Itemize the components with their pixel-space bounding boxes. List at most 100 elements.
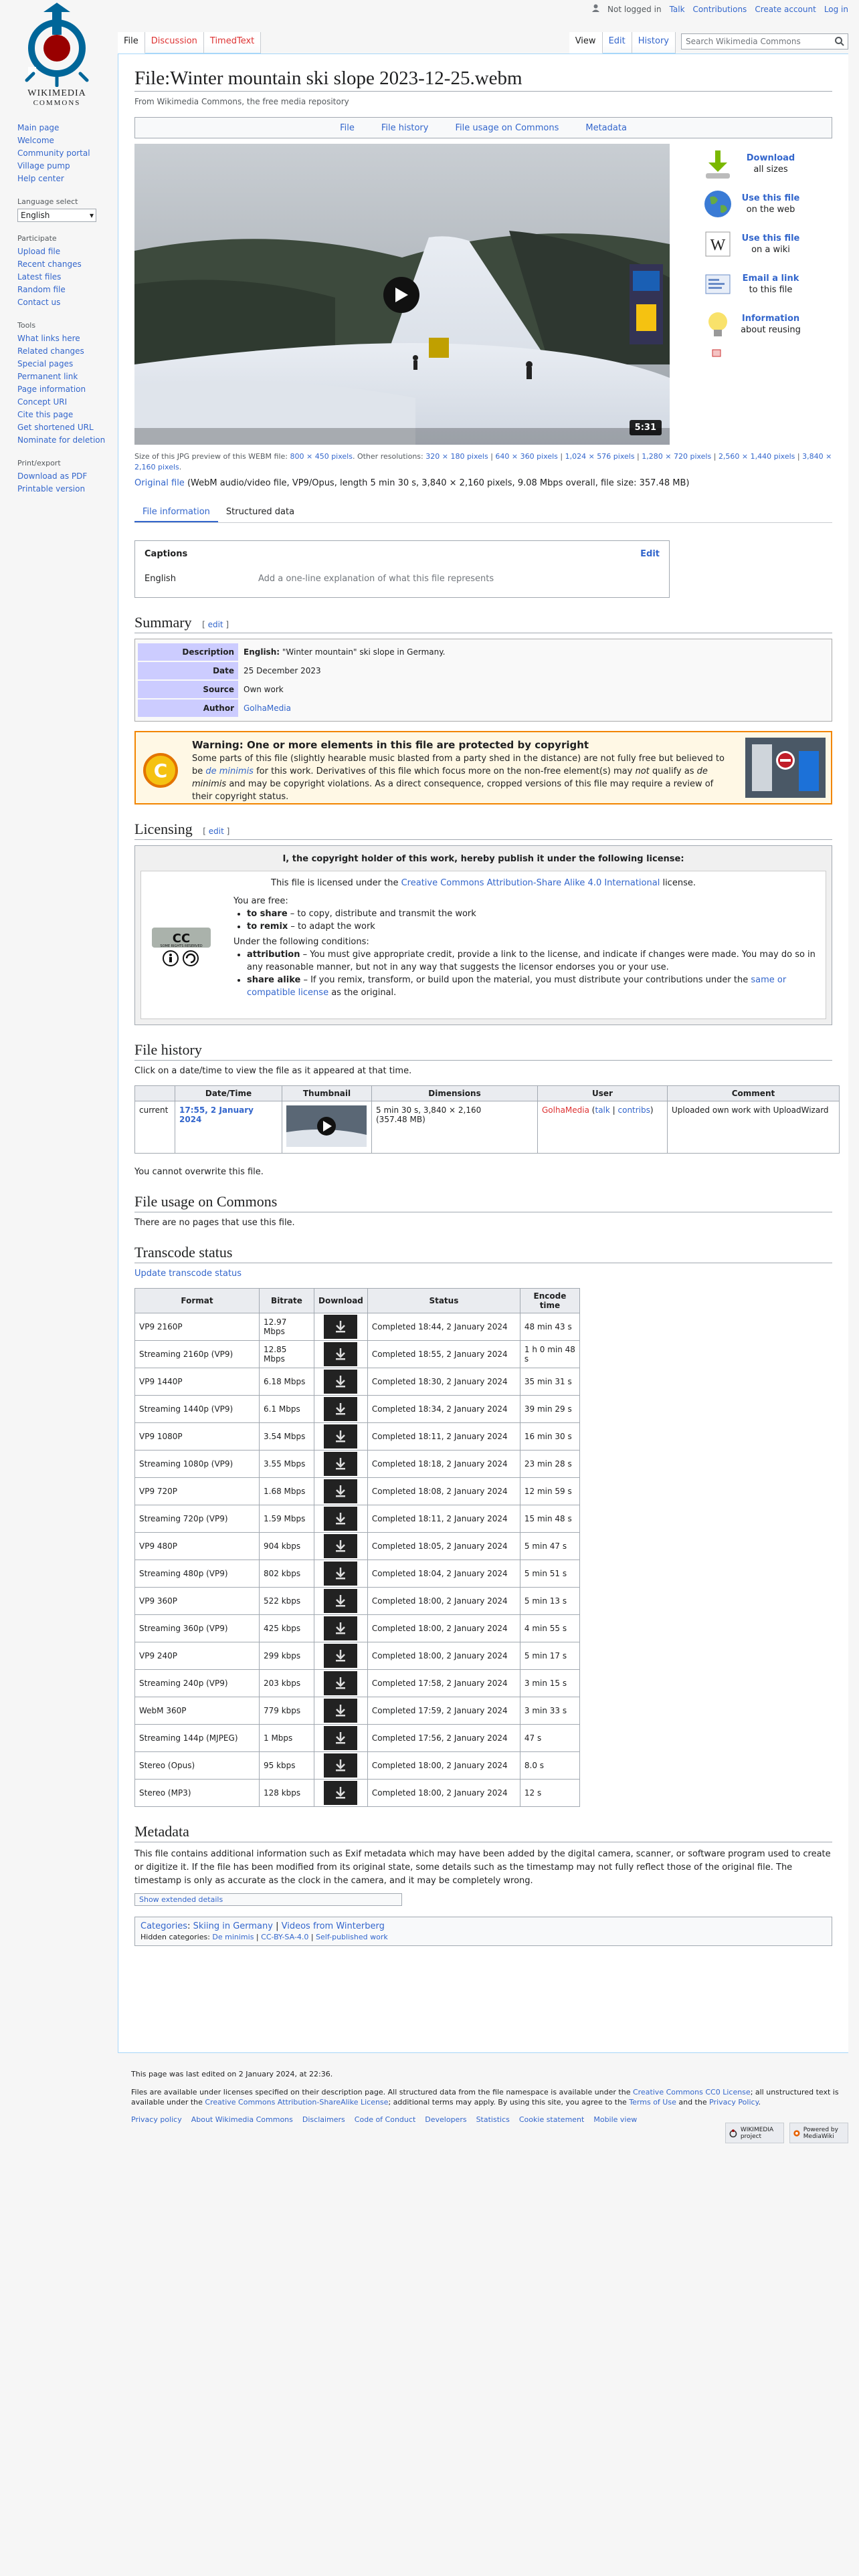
categories-label[interactable]: Categories xyxy=(140,1921,187,1931)
tab-discussion[interactable]: Discussion xyxy=(145,32,204,53)
video-player[interactable]: 5:31 xyxy=(134,144,670,445)
footer-link-disclaimers[interactable]: Disclaimers xyxy=(302,2115,345,2124)
action-use-web[interactable]: Use this file on the web xyxy=(702,184,849,224)
contributions-link[interactable]: Contributions xyxy=(693,5,747,14)
hidden-category-link[interactable]: Self-published work xyxy=(316,1933,388,1941)
transcode-download-button[interactable] xyxy=(324,1753,358,1778)
sidebar-item-main-page[interactable]: Main page xyxy=(17,123,59,132)
transcode-download-button[interactable] xyxy=(324,1726,358,1750)
cc-by-sa-link[interactable]: Creative Commons Attribution-Share Alike… xyxy=(401,878,660,888)
terms-of-use-link[interactable]: Terms of Use xyxy=(629,2098,676,2107)
category-link[interactable]: Skiing in Germany xyxy=(193,1921,273,1931)
resolution-link[interactable]: 640 × 360 pixels xyxy=(495,452,557,461)
sidebar-item-help-center[interactable]: Help center xyxy=(17,174,64,183)
transcode-download-button[interactable] xyxy=(324,1589,358,1613)
transcode-download-button[interactable] xyxy=(324,1562,358,1586)
transcode-download-button[interactable] xyxy=(324,1699,358,1723)
hidden-category-link[interactable]: CC-BY-SA-4.0 xyxy=(261,1933,308,1941)
transcode-download-button[interactable] xyxy=(324,1644,358,1668)
show-extended-details-button[interactable]: Show extended details xyxy=(134,1893,402,1906)
licensing-edit-link[interactable]: edit xyxy=(209,827,224,836)
sidebar-item-community-portal[interactable]: Community portal xyxy=(17,148,90,158)
action-use-wiki[interactable]: W Use this file on a wiki xyxy=(702,224,849,264)
history-thumbnail[interactable] xyxy=(286,1105,367,1147)
sidebar-item-upload-file[interactable]: Upload file xyxy=(17,247,60,256)
language-select[interactable]: English ▾ xyxy=(17,209,96,222)
sidebar-item-related-changes[interactable]: Related changes xyxy=(17,346,84,356)
history-datetime-link[interactable]: 17:55, 2 January 2024 xyxy=(179,1105,254,1124)
footer-link-mobile-view[interactable]: Mobile view xyxy=(593,2115,637,2124)
action-download[interactable]: Download all sizes xyxy=(702,144,849,184)
filetoc-file-usage[interactable]: File usage on Commons xyxy=(455,123,559,133)
transcode-download-button[interactable] xyxy=(324,1370,358,1394)
transcode-download-button[interactable] xyxy=(324,1342,358,1366)
transcode-download-button[interactable] xyxy=(324,1315,358,1339)
transcode-download-button[interactable] xyxy=(324,1616,358,1640)
tab-view[interactable]: View xyxy=(569,32,603,53)
transcode-download-button[interactable] xyxy=(324,1397,358,1421)
summary-edit-link[interactable]: edit xyxy=(208,620,223,629)
sidebar-item-printable-version[interactable]: Printable version xyxy=(17,484,85,494)
filetoc-metadata[interactable]: Metadata xyxy=(585,123,627,133)
filetoc-file[interactable]: File xyxy=(340,123,355,133)
sidebar-item-get-shortened-url[interactable]: Get shortened URL xyxy=(17,423,94,432)
sidebar-item-contact-us[interactable]: Contact us xyxy=(17,298,60,307)
tab-edit[interactable]: Edit xyxy=(602,32,632,53)
talk-link[interactable]: Talk xyxy=(670,5,685,14)
transcode-download-button[interactable] xyxy=(324,1534,358,1558)
hidden-category-link[interactable]: De minimis xyxy=(212,1933,254,1941)
sidebar-item-what-links-here[interactable]: What links here xyxy=(17,334,80,343)
sidebar-item-download-pdf[interactable]: Download as PDF xyxy=(17,471,87,481)
sidebar-item-village-pump[interactable]: Village pump xyxy=(17,161,70,171)
privacy-policy-link[interactable]: Privacy Policy xyxy=(709,2098,758,2107)
tab-file-information[interactable]: File information xyxy=(134,507,218,522)
create-account-link[interactable]: Create account xyxy=(755,5,816,14)
history-user-link[interactable]: GolhaMedia xyxy=(542,1105,589,1115)
resolution-link[interactable]: 2,560 × 1,440 pixels xyxy=(719,452,795,461)
sidebar-item-page-information[interactable]: Page information xyxy=(17,385,86,394)
wikimedia-project-badge[interactable]: WIKIMEDIA project xyxy=(725,2123,784,2143)
transcode-download-button[interactable] xyxy=(324,1781,358,1805)
footer-link-developers[interactable]: Developers xyxy=(425,2115,466,2124)
search-input[interactable]: Search Wikimedia Commons xyxy=(681,33,848,49)
action-email[interactable]: Email a link to this file xyxy=(702,264,849,304)
action-information[interactable]: Information about reusing xyxy=(702,304,849,344)
footer-link-code-of-conduct[interactable]: Code of Conduct xyxy=(355,2115,415,2124)
history-talk-link[interactable]: talk xyxy=(595,1105,609,1115)
de-minimis-link[interactable]: de minimis xyxy=(205,766,254,776)
transcode-download-button[interactable] xyxy=(324,1479,358,1503)
tab-structured-data[interactable]: Structured data xyxy=(218,507,302,522)
cc-by-sa-footer-link[interactable]: Creative Commons Attribution-ShareAlike … xyxy=(205,2098,388,2107)
resolution-link[interactable]: 1,024 × 576 pixels xyxy=(565,452,635,461)
update-transcode-link[interactable]: Update transcode status xyxy=(134,1269,242,1279)
sidebar-item-latest-files[interactable]: Latest files xyxy=(17,272,61,282)
caption-placeholder[interactable]: Add a one-line explanation of what this … xyxy=(258,574,494,584)
original-file-link[interactable]: Original file xyxy=(134,478,185,488)
sidebar-item-concept-uri[interactable]: Concept URI xyxy=(17,397,67,407)
search-icon[interactable] xyxy=(834,36,845,47)
author-link[interactable]: GolhaMedia xyxy=(244,704,291,713)
sidebar-item-permanent-link[interactable]: Permanent link xyxy=(17,372,78,381)
transcode-download-button[interactable] xyxy=(324,1507,358,1531)
sidebar-item-nominate-for-deletion[interactable]: Nominate for deletion xyxy=(17,435,105,445)
tab-timedtext[interactable]: TimedText xyxy=(203,32,262,53)
history-contribs-link[interactable]: contribs xyxy=(618,1105,650,1115)
resolution-link[interactable]: 320 × 180 pixels xyxy=(425,452,488,461)
log-in-link[interactable]: Log in xyxy=(824,5,848,14)
powered-by-mediawiki-badge[interactable]: Powered by MediaWiki xyxy=(789,2123,848,2143)
play-button[interactable] xyxy=(383,277,419,313)
sidebar-item-welcome[interactable]: Welcome xyxy=(17,136,54,145)
sidebar-item-cite-this-page[interactable]: Cite this page xyxy=(17,410,73,419)
captions-edit-button[interactable]: Edit xyxy=(640,549,660,559)
footer-link-statistics[interactable]: Statistics xyxy=(476,2115,510,2124)
footer-link-privacy[interactable]: Privacy policy xyxy=(131,2115,182,2124)
preview-size-link[interactable]: 800 × 450 pixels xyxy=(290,452,353,461)
resolution-link[interactable]: 1,280 × 720 pixels xyxy=(642,452,711,461)
sidebar-item-random-file[interactable]: Random file xyxy=(17,285,66,294)
transcode-download-button[interactable] xyxy=(324,1424,358,1448)
footer-link-cookie-statement[interactable]: Cookie statement xyxy=(519,2115,584,2124)
cc-by-sa-badge[interactable]: CC SOME RIGHTS RESERVED xyxy=(152,928,211,968)
sidebar-item-recent-changes[interactable]: Recent changes xyxy=(17,259,82,269)
cc0-link[interactable]: Creative Commons CC0 License xyxy=(633,2088,751,2097)
footer-link-about[interactable]: About Wikimedia Commons xyxy=(191,2115,293,2124)
